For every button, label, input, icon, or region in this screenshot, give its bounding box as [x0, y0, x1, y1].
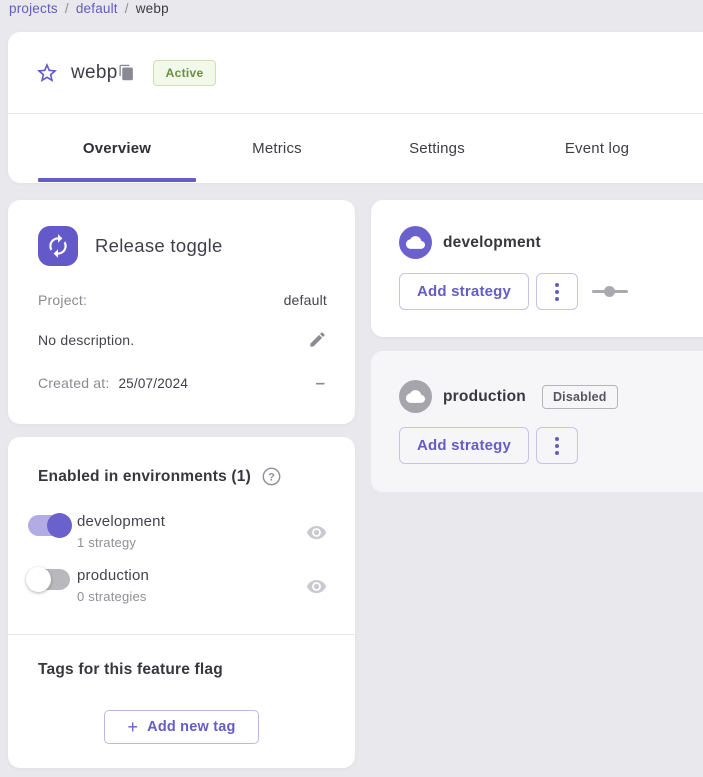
breadcrumb-current-page: webp	[136, 1, 169, 16]
toggle-knob	[47, 513, 72, 538]
tags-heading: Tags for this feature flag	[38, 661, 223, 679]
feature-tabs: Overview Metrics Settings Event log	[8, 114, 703, 182]
environments-heading-row: Enabled in environments (1) ?	[38, 467, 327, 486]
eye-icon	[306, 522, 327, 543]
copy-name-button[interactable]	[118, 64, 135, 81]
favorite-button[interactable]	[35, 61, 59, 85]
status-badge: Active	[153, 60, 217, 86]
environment-name: development	[77, 513, 165, 531]
feature-title-row: webp Active	[8, 32, 703, 114]
panel-actions: Add strategy	[399, 273, 703, 310]
kebab-icon	[555, 451, 559, 455]
environments-card: Enabled in environments (1) ? developmen…	[8, 437, 355, 768]
edit-description-button[interactable]	[308, 330, 327, 349]
toggle-knob	[26, 567, 51, 592]
environment-info: production 0 strategies	[77, 567, 149, 605]
strategy-connector-icon	[592, 290, 628, 293]
add-new-tag-button[interactable]: + Add new tag	[104, 710, 259, 744]
card-divider	[8, 634, 355, 635]
environment-menu-button[interactable]	[536, 427, 578, 464]
disabled-badge: Disabled	[542, 385, 618, 409]
breadcrumb: projects / default / webp	[9, 1, 169, 16]
sync-icon	[45, 233, 71, 259]
environment-strategy-count: 0 strategies	[77, 589, 149, 605]
collapse-button[interactable]: –	[314, 378, 327, 388]
tab-metrics[interactable]: Metrics	[197, 114, 357, 182]
created-label: Created at:	[38, 375, 109, 391]
environment-panel-name: production	[443, 388, 526, 406]
project-value: default	[284, 292, 327, 308]
breadcrumb-default-link[interactable]: default	[76, 1, 118, 16]
environment-panel-name: development	[443, 234, 541, 252]
production-visibility-button[interactable]	[306, 576, 327, 597]
star-icon	[35, 61, 59, 85]
environment-row-production: production 0 strategies	[28, 567, 327, 605]
panel-actions: Add strategy	[399, 427, 703, 464]
environment-strategy-count: 1 strategy	[77, 535, 165, 551]
kebab-icon	[555, 437, 559, 441]
production-environment-panel: production Disabled Add strategy	[371, 351, 703, 492]
active-tab-indicator	[38, 178, 196, 182]
environment-name: production	[77, 567, 149, 585]
kebab-icon	[555, 290, 559, 294]
page-title: webp	[71, 62, 118, 84]
kebab-icon	[555, 283, 559, 287]
development-toggle[interactable]	[28, 515, 70, 536]
created-row: Created at: 25/07/2024 –	[38, 375, 327, 391]
development-visibility-button[interactable]	[306, 522, 327, 543]
cloud-icon	[406, 233, 425, 252]
eye-icon	[306, 576, 327, 597]
flag-type-card: Release toggle Project: default No descr…	[8, 200, 355, 424]
breadcrumb-separator: /	[125, 1, 129, 16]
development-environment-panel: development Add strategy	[371, 200, 703, 337]
description-text: No description.	[38, 332, 134, 348]
kebab-icon	[555, 444, 559, 448]
environment-row-development: development 1 strategy	[28, 513, 327, 551]
panel-header: development	[399, 226, 703, 259]
pencil-icon	[308, 330, 327, 349]
copy-icon	[118, 64, 135, 81]
release-toggle-icon	[38, 226, 78, 266]
connector-dot	[604, 286, 615, 297]
tab-overview[interactable]: Overview	[37, 114, 197, 182]
project-label: Project:	[38, 292, 87, 308]
add-tag-label: Add new tag	[147, 719, 235, 735]
environment-info: development 1 strategy	[77, 513, 165, 551]
production-toggle[interactable]	[28, 569, 70, 590]
add-strategy-button[interactable]: Add strategy	[399, 273, 529, 310]
environments-heading: Enabled in environments (1)	[38, 468, 251, 486]
feature-header-card: webp Active Overview Metrics Settings Ev…	[8, 32, 703, 183]
tab-settings[interactable]: Settings	[357, 114, 517, 182]
flag-type-header: Release toggle	[38, 226, 327, 266]
tab-event-log[interactable]: Event log	[517, 114, 677, 182]
breadcrumb-separator: /	[65, 1, 69, 16]
svg-text:?: ?	[268, 471, 275, 483]
production-environment-icon	[399, 380, 432, 413]
cloud-icon	[406, 387, 425, 406]
kebab-icon	[555, 297, 559, 301]
panel-header: production Disabled	[399, 380, 703, 413]
project-row: Project: default	[38, 292, 327, 308]
description-row: No description.	[38, 330, 327, 349]
created-value: 25/07/2024	[118, 376, 188, 391]
plus-icon: +	[127, 720, 138, 734]
environment-menu-button[interactable]	[536, 273, 578, 310]
development-environment-icon	[399, 226, 432, 259]
breadcrumb-projects-link[interactable]: projects	[9, 1, 58, 16]
help-icon[interactable]: ?	[262, 467, 281, 486]
add-strategy-button[interactable]: Add strategy	[399, 427, 529, 464]
flag-type-label: Release toggle	[95, 235, 223, 257]
